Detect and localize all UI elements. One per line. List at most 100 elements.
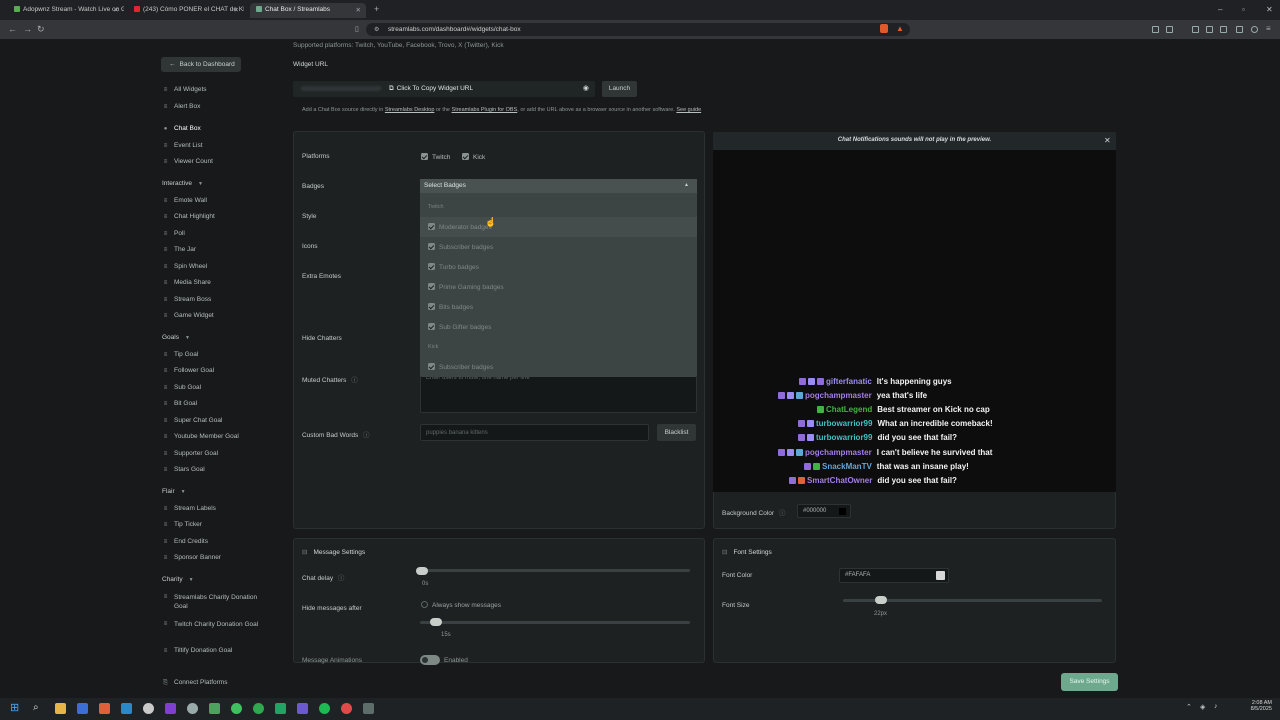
font-color-input[interactable]: #FAFAFA bbox=[839, 568, 949, 583]
color-swatch[interactable] bbox=[936, 571, 945, 580]
collapse-icon[interactable]: ⊟ bbox=[722, 549, 727, 556]
app-icon[interactable] bbox=[341, 703, 352, 714]
connect-platforms-link[interactable]: ⎘ Connect Platforms bbox=[162, 679, 227, 687]
brave-shield-icon[interactable] bbox=[880, 24, 888, 33]
badge-option[interactable]: Prime Gaming badges bbox=[428, 283, 504, 291]
app-icon[interactable] bbox=[165, 703, 176, 714]
badge-option[interactable]: Subscriber badges bbox=[428, 243, 493, 251]
app-icon[interactable] bbox=[143, 703, 154, 714]
browser-tab[interactable]: (243) Cómo PONER el CHAT de KICK ✕ bbox=[128, 3, 244, 18]
back-to-dashboard-button[interactable]: ← Back to Dashboard bbox=[161, 57, 241, 72]
wallet-icon[interactable] bbox=[1220, 26, 1227, 33]
badge-option[interactable]: Turbo badges bbox=[428, 263, 479, 271]
menu-icon[interactable]: ≡ bbox=[1266, 24, 1271, 33]
font-settings-header[interactable]: ⊟ Font Settings bbox=[722, 548, 772, 556]
launch-button[interactable]: Launch bbox=[602, 81, 637, 97]
forward-arrow-icon[interactable]: → bbox=[23, 24, 32, 34]
profile-icon[interactable] bbox=[1251, 26, 1258, 33]
sidebar-item[interactable]: ≡ Tiltify Donation Goal bbox=[162, 647, 233, 654]
site-info-icon[interactable]: ⚙ bbox=[374, 26, 379, 33]
sidebar-item[interactable]: ≡ Youtube Member Goal bbox=[162, 433, 239, 440]
close-icon[interactable]: ✕ bbox=[1104, 136, 1111, 145]
sidebar-item[interactable]: ≡ Emote Wall bbox=[162, 197, 207, 204]
desktop-link[interactable]: Streamlabs Desktop bbox=[385, 107, 435, 113]
eye-icon[interactable]: ◉ bbox=[583, 84, 589, 92]
file-explorer-icon[interactable] bbox=[55, 703, 66, 714]
sidebar-item[interactable]: ≡ Follower Goal bbox=[162, 367, 214, 374]
app-icon[interactable] bbox=[297, 703, 308, 714]
animations-toggle[interactable] bbox=[420, 655, 440, 665]
sidebar-item[interactable]: ≡ The Jar bbox=[162, 246, 196, 253]
extension-icon[interactable] bbox=[1152, 26, 1159, 33]
sidebar-item[interactable]: ≡ Sub Goal bbox=[162, 384, 201, 391]
widget-url-field[interactable]: ⧉ Click To Copy Widget URL ◉ bbox=[293, 81, 595, 97]
badge-option[interactable]: Bits badges bbox=[428, 303, 473, 311]
spotify-icon[interactable] bbox=[319, 703, 330, 714]
always-show-radio[interactable]: Always show messages bbox=[421, 601, 501, 609]
sidebar-item[interactable]: ≡ Bit Goal bbox=[162, 400, 197, 407]
sidebar-item[interactable]: ≡ Stream Labels bbox=[162, 505, 216, 512]
sidebar-item[interactable]: ≡ Game Widget bbox=[162, 312, 214, 319]
sidebar-item[interactable]: ≡ End Credits bbox=[162, 538, 208, 545]
info-icon[interactable]: ⓘ bbox=[363, 432, 370, 439]
muted-chatters-textarea[interactable]: Enter users to mute, one name per line bbox=[420, 371, 697, 413]
tab-close-icon[interactable]: ✕ bbox=[234, 6, 239, 14]
color-swatch[interactable] bbox=[839, 508, 846, 515]
chevron-down-icon[interactable]: ▼ bbox=[181, 489, 186, 495]
sidebar-item[interactable]: ● Chat Box bbox=[162, 125, 201, 132]
whatsapp-icon[interactable] bbox=[231, 703, 242, 714]
slider-handle[interactable] bbox=[416, 567, 428, 575]
blacklist-button[interactable]: Blacklist bbox=[657, 424, 696, 441]
info-icon[interactable]: ⓘ bbox=[338, 575, 345, 582]
sidebar-item[interactable]: ≡ Supporter Goal bbox=[162, 450, 218, 457]
slider-handle[interactable] bbox=[429, 618, 442, 626]
new-tab-button[interactable]: + bbox=[374, 4, 379, 14]
chevron-up-icon[interactable]: ▲ bbox=[684, 182, 689, 188]
network-icon[interactable]: ◈ bbox=[1200, 703, 1205, 711]
sidebar-icon[interactable] bbox=[1192, 26, 1199, 33]
see-guide-link[interactable]: See guide bbox=[676, 107, 701, 113]
reload-icon[interactable]: ↻ bbox=[37, 24, 45, 35]
sidebar-item[interactable]: ≡ Media Share bbox=[162, 279, 211, 286]
app-icon[interactable] bbox=[363, 703, 374, 714]
chevron-down-icon[interactable]: ▼ bbox=[189, 577, 194, 583]
kick-checkbox[interactable]: Kick bbox=[462, 153, 485, 161]
sidebar-item[interactable]: ≡ Stars Goal bbox=[162, 466, 205, 473]
sidebar-section-flair[interactable]: Flair ▼ bbox=[162, 488, 186, 495]
sidebar-item[interactable]: ≡ Alert Box bbox=[162, 103, 201, 110]
app-icon[interactable] bbox=[77, 703, 88, 714]
sidebar-item[interactable]: ≡ Event List bbox=[162, 142, 203, 149]
sidebar-item[interactable]: ≡ Poll bbox=[162, 230, 185, 237]
chat-delay-slider[interactable] bbox=[420, 569, 690, 572]
slider-handle[interactable] bbox=[875, 596, 888, 604]
windows-start-icon[interactable]: ⊞ bbox=[10, 703, 21, 714]
browser-tab[interactable]: Chat Box / Streamlabs ✕ bbox=[250, 3, 366, 18]
twitch-checkbox[interactable]: Twitch bbox=[421, 153, 450, 161]
vpn-icon[interactable] bbox=[1236, 26, 1243, 33]
chevron-up-icon[interactable]: ⌃ bbox=[1186, 703, 1192, 711]
badge-option[interactable]: Moderator badges bbox=[420, 217, 697, 237]
app-icon[interactable] bbox=[121, 703, 132, 714]
sidebar-item[interactable]: ≡ Spin Wheel bbox=[162, 263, 208, 270]
sidebar-section-charity[interactable]: Charity ▼ bbox=[162, 576, 194, 583]
save-settings-button[interactable]: Save Settings bbox=[1061, 673, 1118, 691]
sidebar-item[interactable]: ≡ Stream Boss bbox=[162, 296, 211, 303]
badges-select[interactable]: Select Badges ▲ bbox=[420, 179, 697, 193]
sidebar-item[interactable]: ≡ Tip Ticker bbox=[162, 521, 202, 528]
tab-close-icon[interactable]: ✕ bbox=[114, 6, 119, 14]
xbox-icon[interactable] bbox=[253, 703, 264, 714]
background-color-input[interactable]: #000000 bbox=[797, 504, 851, 518]
sidebar-item[interactable]: ≡ Chat Highlight bbox=[162, 213, 215, 220]
back-arrow-icon[interactable]: ← bbox=[8, 24, 17, 34]
bookmark-icon[interactable]: ▯ bbox=[355, 25, 359, 33]
tab-close-icon[interactable]: ✕ bbox=[356, 6, 361, 14]
extension-icon[interactable] bbox=[1166, 26, 1173, 33]
info-icon[interactable]: ⓘ bbox=[779, 510, 786, 517]
address-bar[interactable]: streamlabs.com/dashboard#/widgets/chat-b… bbox=[366, 23, 910, 36]
chevron-down-icon[interactable]: ▼ bbox=[198, 181, 203, 187]
sidebar-item[interactable]: ≡ Sponsor Banner bbox=[162, 554, 221, 561]
search-icon[interactable]: ⌕ bbox=[33, 702, 39, 713]
reading-list-icon[interactable] bbox=[1206, 26, 1213, 33]
sidebar-item[interactable]: ≡ All Widgets bbox=[162, 86, 207, 93]
sidebar-item[interactable]: ≡ Super Chat Goal bbox=[162, 417, 223, 424]
